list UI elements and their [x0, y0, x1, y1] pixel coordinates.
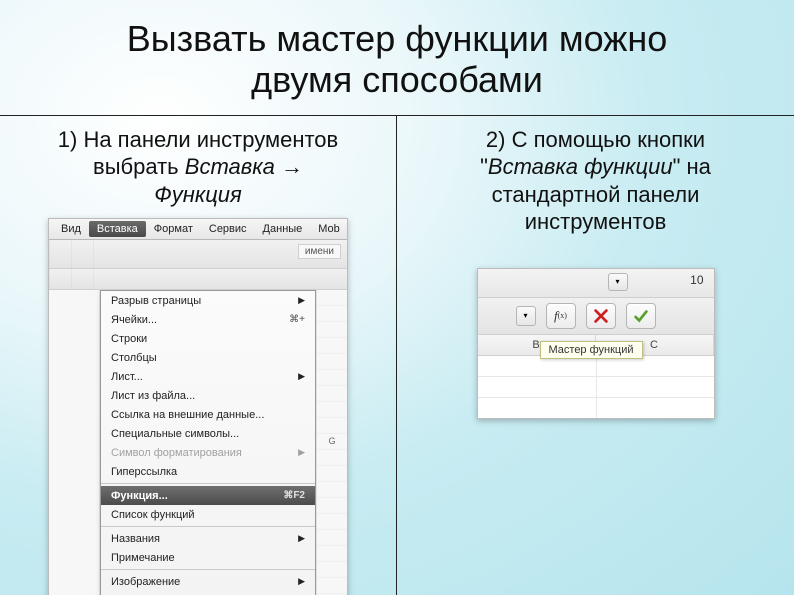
mi-image[interactable]: Изображение▶: [101, 572, 315, 591]
name-box-dropdown-icon[interactable]: ▾: [516, 306, 536, 326]
col1-desc-line2a: выбрать: [93, 154, 185, 179]
col2-desc-line1: 2) С помощью кнопки: [486, 127, 705, 152]
mi-columns[interactable]: Столбцы: [101, 348, 315, 367]
submenu-arrow-icon: ▶: [298, 371, 305, 382]
accept-button[interactable]: [626, 303, 656, 329]
fx-top-toolbar: ▾ 10: [478, 269, 714, 298]
menu-view[interactable]: Вид: [53, 221, 89, 237]
column-1: 1) На панели инструментов выбрать Вставк…: [0, 116, 397, 595]
submenu-arrow-icon: ▶: [298, 447, 305, 458]
toolbar-row-2: [49, 269, 347, 290]
menu-mob[interactable]: Mob: [310, 221, 347, 237]
col2-desc-italic: Вставка функции: [488, 154, 673, 179]
submenu-arrow-icon: ▶: [298, 533, 305, 544]
col2-desc-line4: инструментов: [525, 209, 667, 234]
submenu-arrow-icon: ▶: [298, 576, 305, 587]
shortcut-text: ⌘+: [289, 314, 305, 325]
mi-media[interactable]: Видео и звук: [101, 591, 315, 595]
title-line1: Вызвать мастер функции можно: [127, 18, 668, 59]
mi-sheet[interactable]: Лист...▶: [101, 367, 315, 386]
menu-insert[interactable]: Вставка: [89, 221, 146, 237]
function-wizard-button[interactable]: f(x): [546, 303, 576, 329]
app-menubar: Вид Вставка Формат Сервис Данные Mob: [49, 219, 347, 240]
mi-names[interactable]: Названия▶: [101, 529, 315, 548]
cancel-button[interactable]: [586, 303, 616, 329]
col2-description: 2) С помощью кнопки "Вставка функции" на…: [415, 126, 776, 236]
font-size-value: 10: [690, 273, 703, 287]
mi-cells[interactable]: Ячейки...⌘+: [101, 310, 315, 329]
sheet-gutter-left: [49, 290, 100, 595]
dropdown-arrow-icon[interactable]: ▾: [608, 273, 628, 291]
menu-tools[interactable]: Сервис: [201, 221, 255, 237]
mi-page-break[interactable]: Разрыв страницы▶: [101, 291, 315, 310]
column-2: 2) С помощью кнопки "Вставка функции" на…: [397, 116, 794, 595]
dropdown-area: Разрыв страницы▶ Ячейки...⌘+ Строки Стол…: [49, 290, 347, 595]
mi-formatting-mark: Символ форматирования▶: [101, 443, 315, 462]
slide-title: Вызвать мастер функции можно двумя спосо…: [0, 0, 794, 109]
menu-data[interactable]: Данные: [255, 221, 311, 237]
mi-function-list[interactable]: Список функций: [101, 505, 315, 524]
mi-function[interactable]: Функция...⌘F2: [101, 486, 315, 505]
two-columns: 1) На панели инструментов выбрать Вставк…: [0, 115, 794, 595]
menu-separator: [101, 569, 315, 570]
col1-desc-italic: Вставка →: [185, 154, 303, 179]
menu-separator: [101, 526, 315, 527]
col1-description: 1) На панели инструментов выбрать Вставк…: [18, 126, 378, 209]
col-header-g: G: [317, 434, 347, 450]
submenu-arrow-icon: ▶: [298, 295, 305, 306]
mi-sheet-from-file[interactable]: Лист из файла...: [101, 386, 315, 405]
screenshot-fx-button: ▾ 10 ▾ f(x) B C Мастер функций: [477, 268, 715, 419]
check-icon: [632, 307, 650, 325]
title-line2: двумя способами: [251, 59, 543, 100]
sheet-gutter-right: G: [316, 290, 347, 595]
mi-rows[interactable]: Строки: [101, 329, 315, 348]
screenshot-menu: Вид Вставка Формат Сервис Данные Mob име…: [48, 218, 348, 595]
fx-tooltip: Мастер функций: [540, 341, 643, 359]
toolbar-row-1: имени: [49, 240, 347, 269]
x-icon: [592, 307, 610, 325]
menu-separator: [101, 483, 315, 484]
spreadsheet-cells[interactable]: [478, 356, 714, 418]
col1-desc-line3: Функция: [154, 182, 242, 207]
shortcut-text: ⌘F2: [283, 490, 305, 501]
menu-format[interactable]: Формат: [146, 221, 201, 237]
formula-toolbar: ▾ f(x): [478, 298, 714, 335]
col2-desc-line3: стандартной панели: [492, 182, 700, 207]
insert-dropdown: Разрыв страницы▶ Ячейки...⌘+ Строки Стол…: [100, 290, 316, 595]
col1-desc-line1: 1) На панели инструментов: [58, 127, 338, 152]
mi-comment[interactable]: Примечание: [101, 548, 315, 567]
mi-external-link[interactable]: Ссылка на внешние данные...: [101, 405, 315, 424]
name-box-hint: имени: [298, 244, 341, 259]
mi-hyperlink[interactable]: Гиперссылка: [101, 462, 315, 481]
mi-special-chars[interactable]: Специальные символы...: [101, 424, 315, 443]
